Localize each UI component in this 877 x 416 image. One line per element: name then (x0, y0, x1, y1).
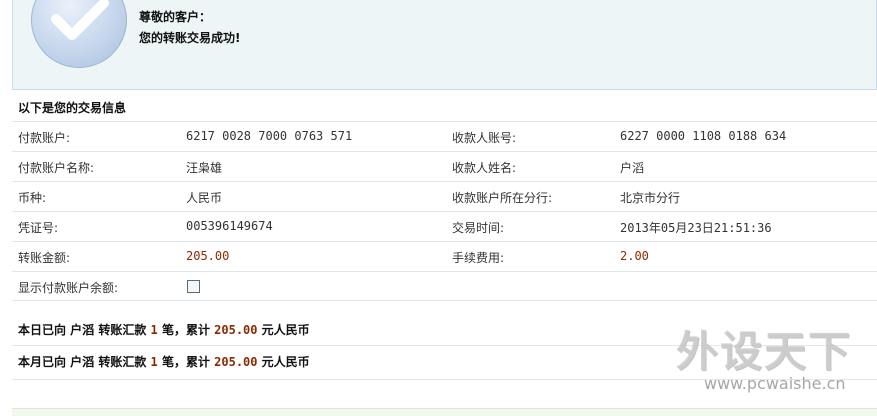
currency-value: 人民币 (186, 191, 223, 205)
watermark-text: 外设天下 (676, 327, 853, 376)
field-label: 收款账户所在分行: (452, 191, 553, 205)
payee-account-value: 6227 0000 1108 0188 634 (620, 129, 787, 143)
transfer-amount-value: 205.00 (186, 249, 230, 263)
summary-suffix: 元人民币 (257, 323, 310, 337)
show-balance-checkbox[interactable] (187, 280, 200, 293)
summary-mid: 笔，累计 (157, 323, 215, 337)
summary-amount: 205.00 (214, 355, 258, 369)
watermark-url: www.pcwaishe.cn (704, 374, 846, 393)
field-label: 收款人账号: (452, 131, 517, 145)
voucher-number-value: 005396149674 (186, 219, 273, 233)
field-label: 付款账户名称: (18, 161, 95, 175)
transaction-info-table: 付款账户: 6217 0028 7000 0763 571 收款人账号: 622… (12, 121, 877, 301)
summary-mid: 笔，累计 (157, 355, 215, 369)
watermark-logo: 外设天下 www.pcwaishe.cn (676, 318, 866, 398)
summary-prefix: 本月已向 户滔 转账汇款 (18, 355, 151, 369)
field-label: 手续费用: (452, 251, 505, 265)
table-row: 付款账户: 6217 0028 7000 0763 571 收款人账号: 622… (12, 121, 877, 151)
transaction-time-value: 2013年05月23日21:51:36 (620, 221, 772, 235)
field-label: 显示付款账户余额: (18, 281, 119, 295)
footer-strip (12, 408, 877, 416)
summary-prefix: 本日已向 户滔 转账汇款 (18, 323, 151, 337)
greeting-text: 尊敬的客户： (139, 10, 212, 24)
summary-suffix: 元人民币 (257, 355, 310, 369)
payee-branch-value: 北京市分行 (620, 191, 681, 205)
checkmark-circle-icon (31, 0, 127, 68)
table-row: 币种: 人民币 收款账户所在分行: 北京市分行 (12, 181, 877, 211)
table-row: 显示付款账户余额: (12, 271, 877, 301)
table-row: 转账金额: 205.00 手续费用: 2.00 (12, 241, 877, 271)
field-label: 收款人姓名: (452, 161, 517, 175)
field-label: 转账金额: (18, 251, 71, 265)
table-row: 凭证号: 005396149674 交易时间: 2013年05月23日21:51… (12, 211, 877, 241)
summary-count: 1 (150, 355, 158, 369)
table-row: 付款账户名称: 汪枭雄 收款人姓名: 户滔 (12, 151, 877, 181)
field-label: 付款账户: (18, 131, 71, 145)
field-label: 交易时间: (452, 221, 505, 235)
transaction-info-heading: 以下是您的交易信息 (18, 101, 127, 115)
payer-account-value: 6217 0028 7000 0763 571 (186, 129, 353, 143)
success-message: 您的转账交易成功! (139, 31, 241, 45)
field-label: 凭证号: (18, 221, 59, 235)
success-panel: 尊敬的客户： 您的转账交易成功! (12, 0, 877, 90)
field-label: 币种: (18, 191, 47, 205)
payer-name-value: 汪枭雄 (186, 161, 223, 175)
summary-amount: 205.00 (214, 323, 258, 337)
summary-count: 1 (150, 323, 158, 337)
payee-name-value: 户滔 (620, 161, 645, 175)
fee-value: 2.00 (620, 249, 649, 263)
